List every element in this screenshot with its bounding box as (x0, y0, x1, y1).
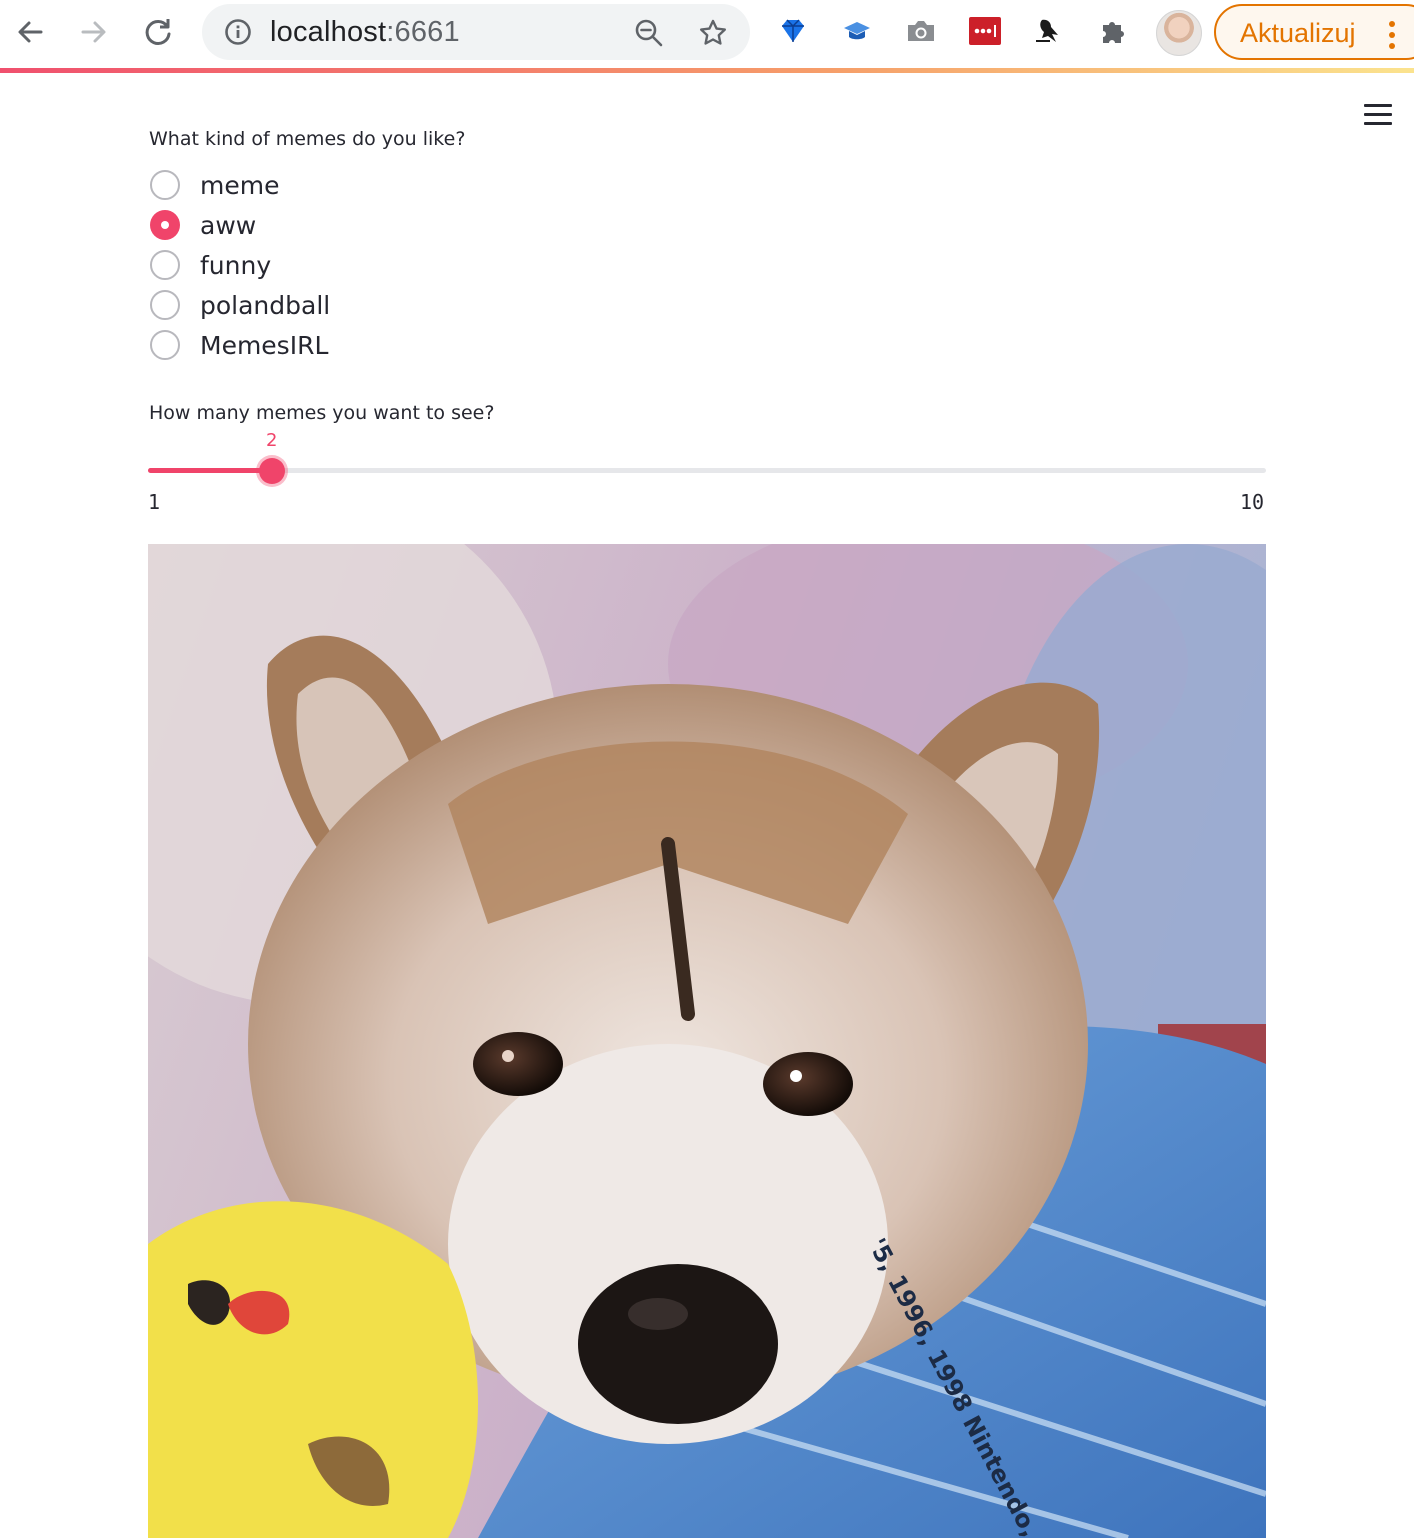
back-button[interactable] (10, 12, 50, 52)
diamond-extension[interactable] (776, 14, 810, 48)
lastpass-extension[interactable] (968, 14, 1002, 48)
radio-option-label: polandball (200, 290, 331, 320)
star-icon[interactable] (698, 18, 728, 48)
radio-option-polandball[interactable]: polandball (150, 287, 330, 323)
info-icon[interactable] (224, 18, 252, 46)
zoom-icon[interactable] (634, 18, 664, 48)
graduation-cap-extension[interactable] (840, 14, 874, 48)
page-load-progress-line (0, 68, 1414, 73)
slider-min-label: 1 (148, 490, 161, 514)
lastpass-extension-icon (969, 17, 1001, 45)
reload-button[interactable] (138, 12, 178, 52)
slider-max-label: 10 (1240, 490, 1265, 514)
extensions-button[interactable] (1096, 14, 1130, 48)
camera-extension-icon (908, 21, 934, 41)
slider-thumb[interactable] (259, 458, 286, 484)
dog-photo: '5, 1996, 1998 Nintendo, in © (148, 544, 1266, 1538)
slider-question-label: How many memes you want to see? (149, 402, 495, 424)
update-label: Aktualizuj (1240, 18, 1356, 48)
radio-option-meme[interactable]: meme (150, 167, 279, 203)
radio-option-label: aww (200, 210, 257, 240)
address-bar[interactable]: localhost:6661 (202, 4, 750, 60)
diamond-extension-icon (782, 19, 804, 42)
slider-track[interactable] (148, 468, 1266, 473)
slider-fill (148, 468, 273, 473)
radio-option-label: funny (200, 250, 272, 280)
forward-button[interactable] (74, 12, 114, 52)
radio-button[interactable] (150, 170, 180, 200)
bird-extension[interactable] (1032, 14, 1066, 48)
hamburger-menu-icon[interactable] (1364, 104, 1392, 130)
radio-button-selected[interactable] (150, 210, 180, 240)
radio-button[interactable] (150, 290, 180, 320)
radio-button[interactable] (150, 330, 180, 360)
radio-option-label: meme (200, 170, 280, 200)
radio-button[interactable] (150, 250, 180, 280)
radio-option-funny[interactable]: funny (150, 247, 271, 283)
menu-dots-icon[interactable] (1388, 20, 1396, 50)
reload-icon (145, 19, 171, 45)
radio-option-aww[interactable]: aww (150, 207, 256, 243)
graduation-cap-extension-icon (844, 22, 870, 40)
radio-option-memesirl[interactable]: MemesIRL (150, 327, 328, 363)
radio-option-label: MemesIRL (200, 330, 329, 360)
bird-extension-icon (1036, 19, 1058, 42)
url-port: :6661 (386, 16, 460, 48)
avatar[interactable] (1156, 10, 1202, 56)
radio-question-label: What kind of memes do you like? (149, 128, 466, 150)
back-icon (18, 21, 43, 43)
forward-icon (81, 21, 106, 43)
puzzle-icon (1103, 22, 1124, 43)
url-host: localhost (270, 16, 387, 48)
meme-image: '5, 1996, 1998 Nintendo, in © (148, 544, 1266, 1538)
url-text: localhost:6661 (270, 16, 460, 49)
browser-toolbar: localhost:6661 Aktualizuj (0, 0, 1414, 68)
update-button[interactable]: Aktualizuj (1214, 4, 1414, 60)
slider-current-value: 2 (266, 430, 278, 451)
camera-extension[interactable] (904, 14, 938, 48)
